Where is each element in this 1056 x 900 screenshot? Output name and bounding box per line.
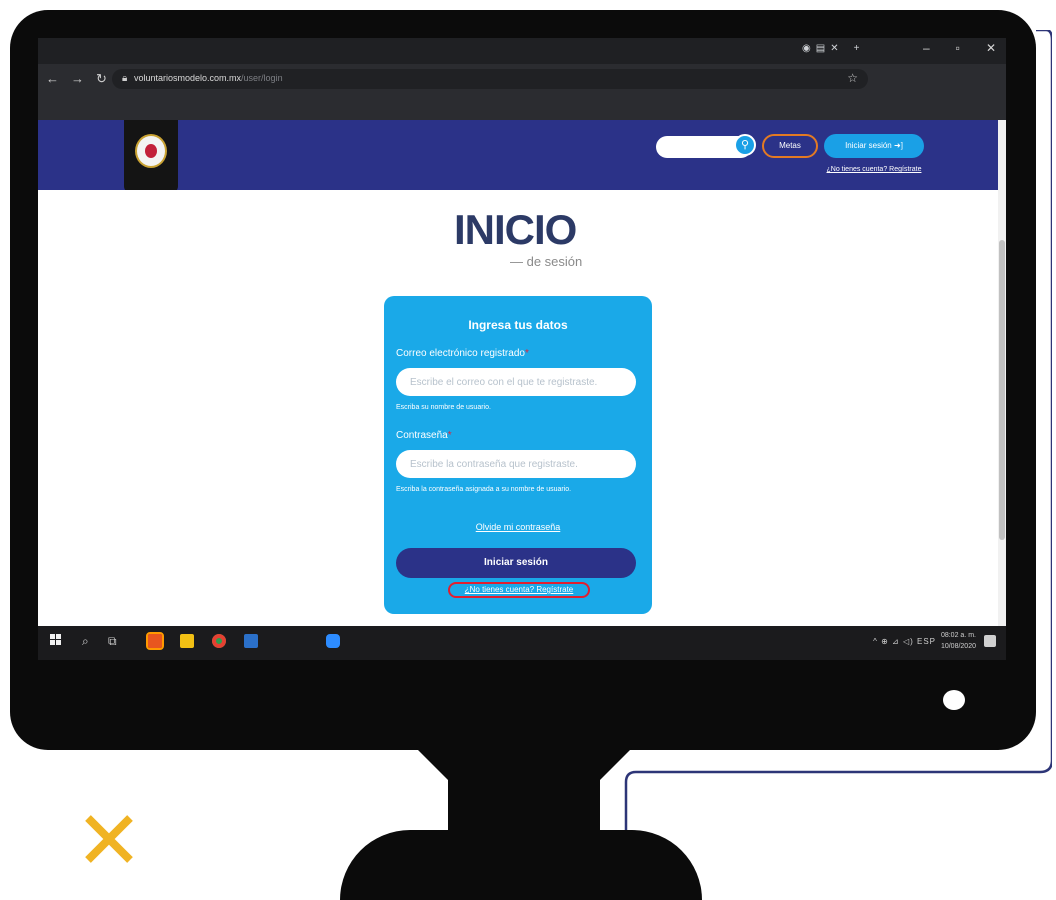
header-login-label: Iniciar sesión <box>845 141 892 150</box>
close-x-icon <box>85 815 133 863</box>
header-register-link[interactable]: ¿No tienes cuenta? Regístrate <box>820 166 928 173</box>
header-login-button[interactable]: Iniciar sesión ➜] <box>824 134 924 158</box>
maximize-icon[interactable]: ▫ <box>956 41 960 55</box>
password-label: Contraseña* <box>396 430 452 441</box>
window-controls: – ▫ ✕ <box>897 41 996 55</box>
reload-icon[interactable]: ↻ <box>96 71 107 86</box>
taskbar-clock[interactable]: 08:02 a. m. 10/08/2020 <box>941 630 976 652</box>
task-view-icon[interactable]: ⧉ <box>108 634 117 649</box>
url-text[interactable]: voluntariosmodelo.com.mx/user/login <box>134 73 283 83</box>
chrome-app-icon[interactable] <box>212 634 226 648</box>
password-hint: Escriba la contraseña asignada a su nomb… <box>396 486 572 493</box>
bookmark-star-icon[interactable]: ☆ <box>847 71 858 85</box>
clock-time: 08:02 a. m. <box>940 632 976 639</box>
notification-center-icon[interactable] <box>984 635 996 647</box>
email-label: Correo electrónico registrado* <box>396 348 529 359</box>
card-heading: Ingresa tus datos <box>468 318 568 332</box>
login-arrow-icon: ➜] <box>893 141 903 150</box>
zoom-app-icon[interactable] <box>326 634 340 648</box>
search-icon[interactable]: ⚲ <box>734 134 756 156</box>
forward-icon[interactable]: → <box>71 71 84 86</box>
minimize-icon[interactable]: – <box>923 41 930 55</box>
start-menu-icon[interactable] <box>50 634 62 646</box>
tab-controls[interactable]: ◉ ▤ ✕ + <box>802 43 864 54</box>
email-required-mark: * <box>524 348 529 359</box>
url-path: /user/login <box>241 73 283 83</box>
word-app-icon[interactable] <box>244 634 258 648</box>
password-label-text: Contraseña <box>396 430 448 441</box>
login-page: INICIO — de sesión Ingresa tus datos Cor… <box>38 190 1006 626</box>
monitor-screen: ◉ ▤ ✕ + – ▫ ✕ ← → ↻ 🔒︎ voluntariosmodelo.com.mx… <box>38 38 1006 660</box>
back-icon[interactable]: ← <box>46 71 59 86</box>
forgot-password-link[interactable]: Olvide mi contraseña <box>384 522 652 532</box>
taskbar-search-icon[interactable]: ⌕ <box>82 634 89 649</box>
url-host: voluntariosmodelo.com.mx <box>134 73 242 83</box>
login-submit-button[interactable]: Iniciar sesión <box>396 548 636 578</box>
site-logo[interactable] <box>124 120 178 194</box>
illustrator-app-icon[interactable] <box>146 632 164 650</box>
new-tab-icon[interactable]: + <box>854 43 861 54</box>
email-field[interactable] <box>396 368 636 396</box>
page-title: INICIO <box>454 206 577 253</box>
os-taskbar: ⌕ ⧉ ^ ⊕ ⊿ ◁) ESP 08:02 a. m. 10/08/2020 <box>38 626 1006 660</box>
window-close-icon[interactable]: ✕ <box>986 41 996 55</box>
page-scrollbar[interactable] <box>998 120 1006 626</box>
login-card: Ingresa tus datos Correo electrónico reg… <box>384 296 652 614</box>
password-field[interactable] <box>396 450 636 478</box>
clock-date: 10/08/2020 <box>940 643 976 650</box>
browser-tabbar: ◉ ▤ ✕ + – ▫ ✕ <box>38 38 1006 64</box>
lock-icon: 🔒︎ <box>122 73 128 84</box>
password-required-mark: * <box>447 430 452 441</box>
system-tray[interactable]: ^ ⊕ ⊿ ◁) ESP <box>873 637 936 646</box>
browser-toolbar: ← → ↻ 🔒︎ voluntariosmodelo.com.mx/user/log… <box>38 64 1006 94</box>
file-explorer-icon[interactable] <box>180 634 194 648</box>
scrollbar-thumb[interactable] <box>999 240 1005 540</box>
bookmarks-bar <box>38 94 1006 120</box>
register-link[interactable]: ¿No tienes cuenta? Regístrate <box>448 582 590 598</box>
close-tab-icon[interactable]: ✕ <box>830 43 839 54</box>
logo-seal-icon <box>135 134 167 168</box>
page-subtitle: — de sesión <box>510 254 583 269</box>
power-led <box>943 690 965 710</box>
profile-icon[interactable]: ◉ <box>802 43 812 54</box>
email-hint: Escriba su nombre de usuario. <box>396 404 491 411</box>
metas-button[interactable]: Metas <box>762 134 818 158</box>
extension-icon[interactable]: ▤ <box>816 43 826 54</box>
address-bar[interactable]: 🔒︎ voluntariosmodelo.com.mx/user/login ☆ <box>112 69 868 89</box>
email-label-text: Correo electrónico registrado <box>396 348 525 359</box>
monitor-base <box>340 830 702 900</box>
site-header: ⚲ Metas Iniciar sesión ➜] ¿No tienes cue… <box>38 120 1006 194</box>
nav-buttons: ← → ↻ <box>46 71 119 87</box>
